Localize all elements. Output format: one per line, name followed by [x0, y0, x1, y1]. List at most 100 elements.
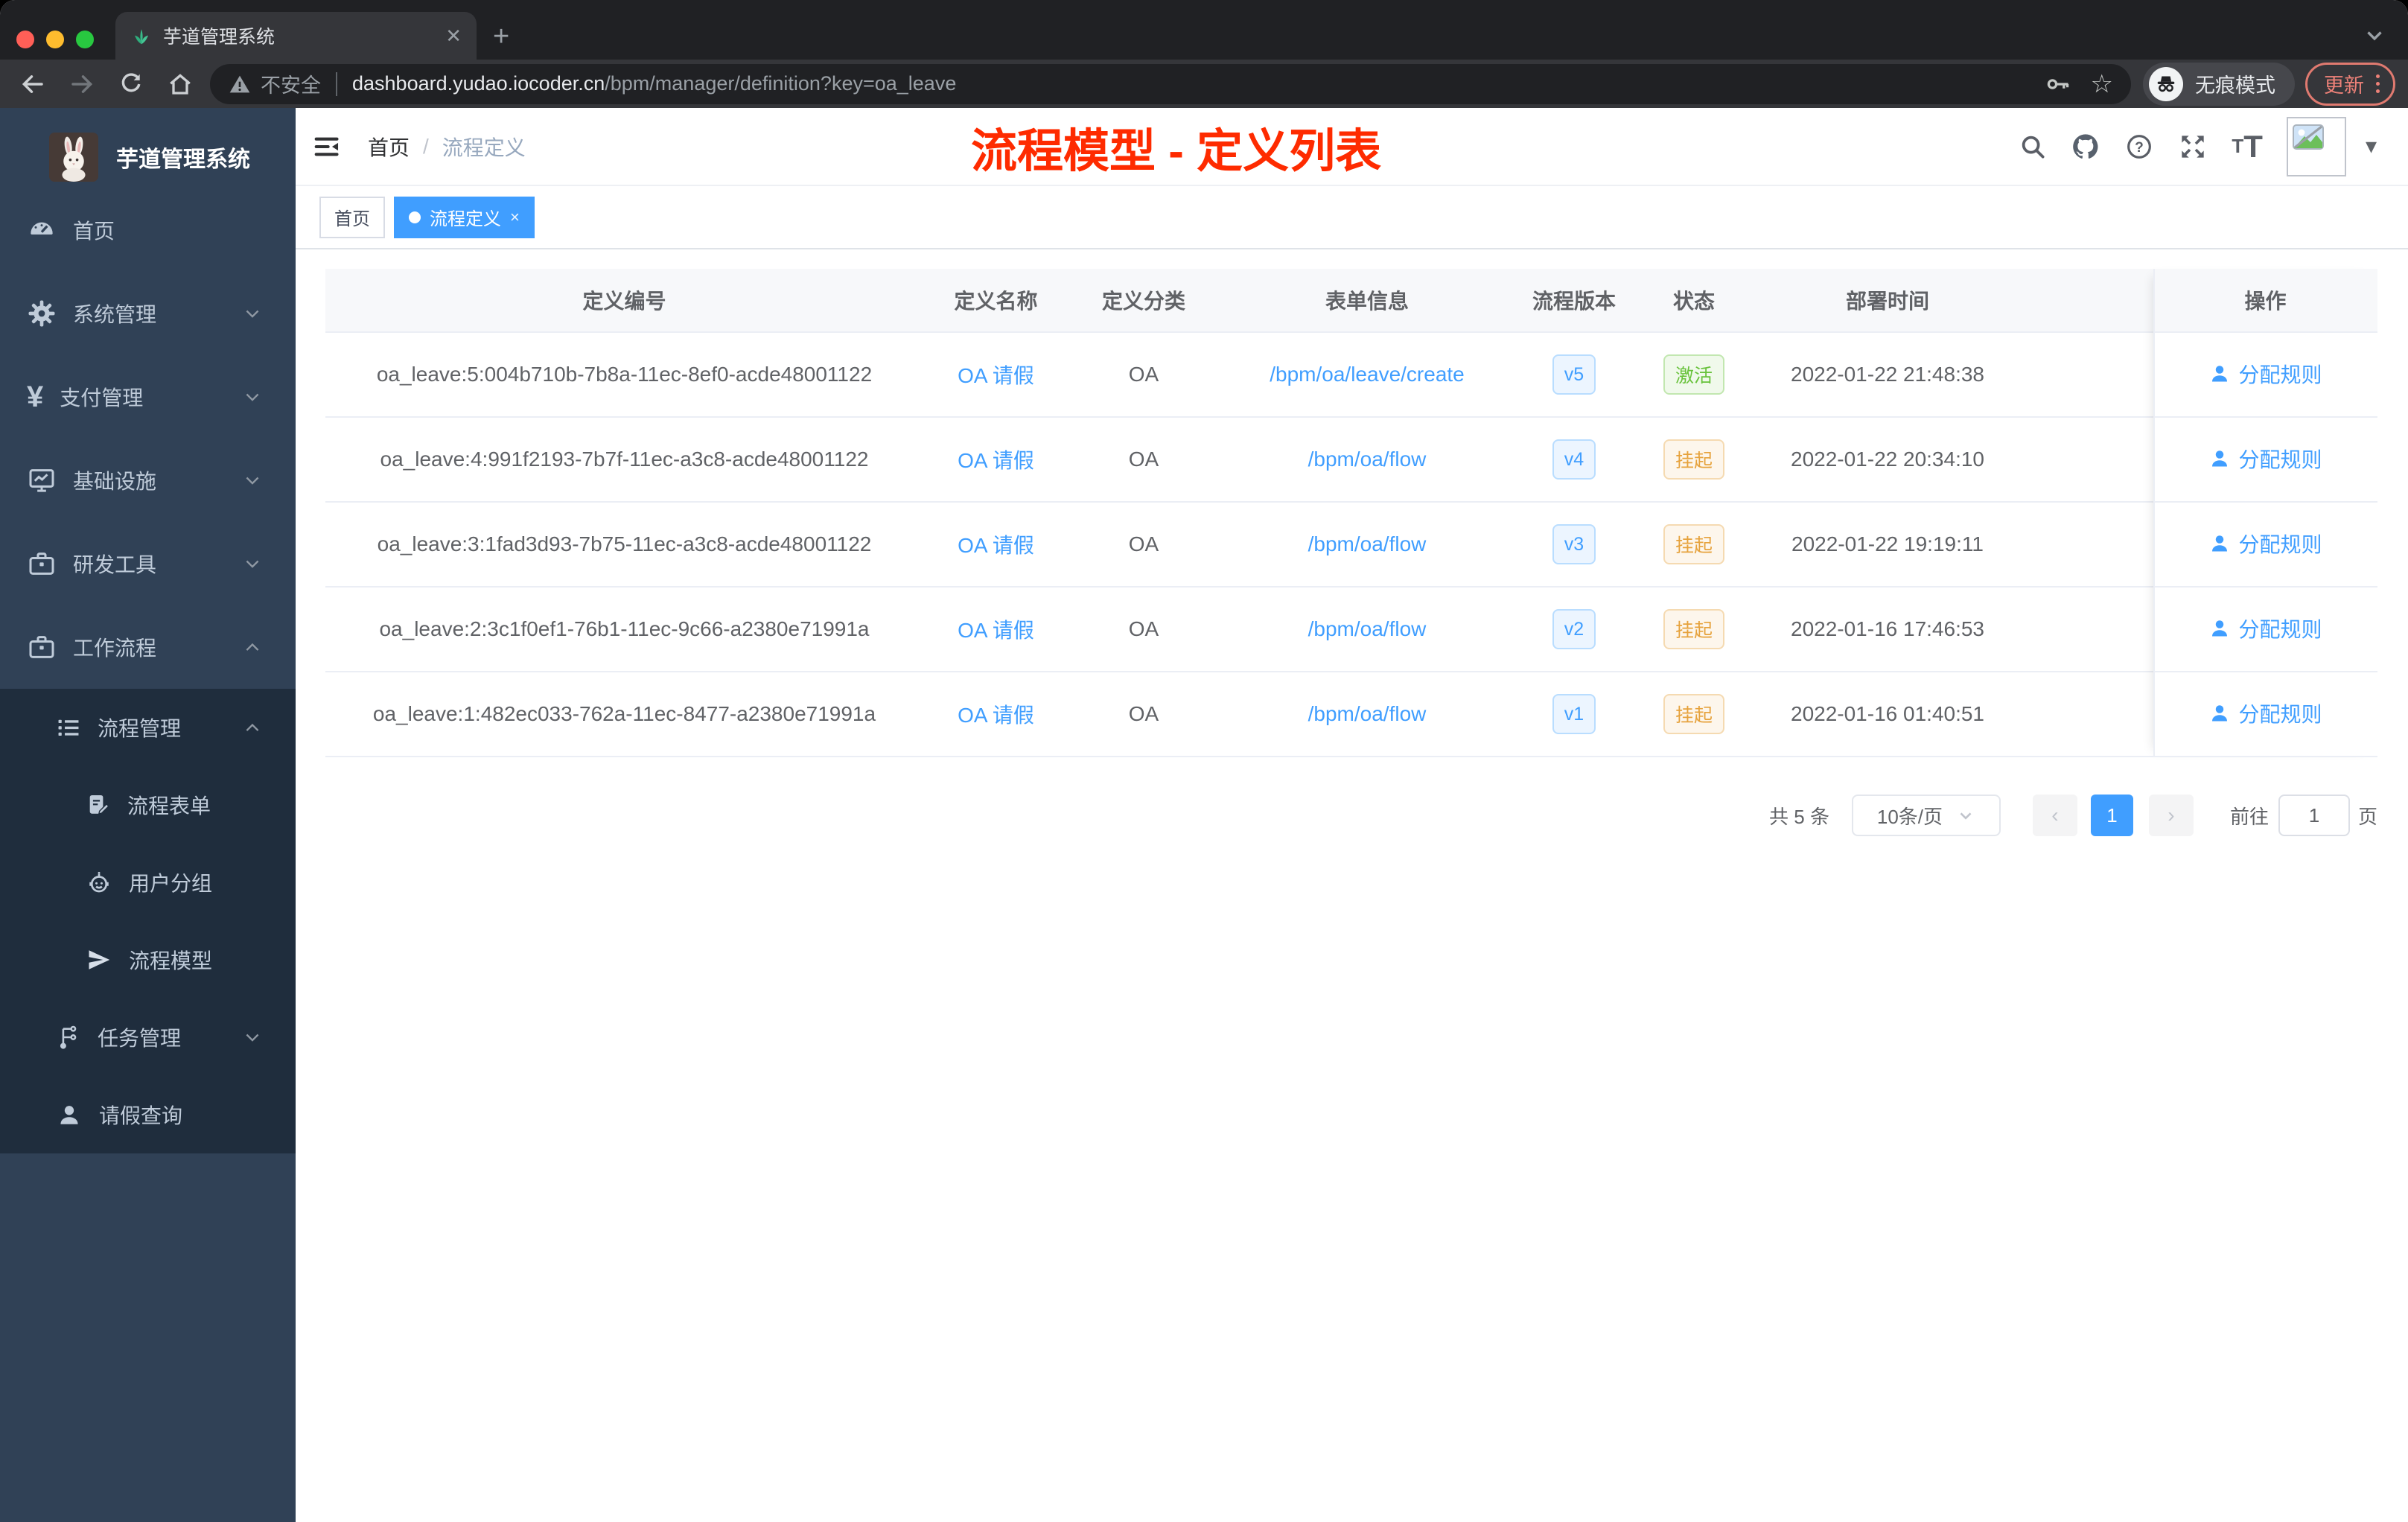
sidebar-item-基础设施[interactable]: 基础设施 [0, 439, 296, 522]
insecure-label: 不安全 [261, 74, 321, 97]
form-info-link[interactable]: /bpm/oa/flow [1308, 532, 1427, 555]
sidebar-collapse-icon[interactable] [313, 133, 341, 161]
sidebar-item-系统管理[interactable]: 系统管理 [0, 272, 296, 355]
home-icon[interactable] [167, 71, 194, 98]
tab-search-chevron-icon[interactable] [2362, 22, 2387, 48]
sidebar-item-支付管理[interactable]: ¥ 支付管理 [0, 355, 296, 439]
page-content: 定义编号 定义名称 定义分类 表单信息 流程版本 状态 部署时间 操作 oa_leave:5:… [296, 249, 2408, 1522]
definition-id: oa_leave:5:004b710b-7b8a-11ec-8ef0-acde4… [376, 363, 873, 386]
next-page-button[interactable]: › [2148, 795, 2194, 836]
deploy-time: 2022-01-22 20:34:10 [1791, 448, 1984, 471]
sidebar-item-研发工具[interactable]: 研发工具 [0, 522, 296, 605]
version-badge: v2 [1552, 609, 1596, 649]
fullscreen-icon[interactable] [2178, 132, 2208, 162]
version-badge: v1 [1552, 694, 1596, 734]
form-info-link[interactable]: /bpm/oa/flow [1308, 702, 1427, 725]
sidebar-item-label: 请假查询 [99, 1104, 183, 1127]
definition-name-link[interactable]: OA 请假 [958, 619, 1034, 642]
monitor-icon [27, 465, 57, 495]
new-tab-button[interactable]: + [493, 22, 509, 51]
svg-text:?: ? [2135, 139, 2144, 155]
sidebar-logo[interactable]: 芋道管理系统 [0, 108, 296, 188]
sidebar-item-用户分组[interactable]: 用户分组 [0, 844, 296, 921]
tab-close-icon[interactable]: ✕ [445, 25, 462, 48]
definition-name-link[interactable]: OA 请假 [958, 364, 1034, 387]
column-header-部署时间: 部署时间 [1845, 290, 1929, 313]
definition-category: OA [1128, 363, 1159, 386]
definition-name-link[interactable]: OA 请假 [958, 704, 1034, 727]
github-icon[interactable] [2071, 132, 2100, 162]
definition-category: OA [1128, 702, 1159, 725]
table-row: oa_leave:5:004b710b-7b8a-11ec-8ef0-acde4… [325, 333, 2377, 418]
goto-page-input[interactable] [2278, 795, 2350, 836]
assign-rule-button[interactable]: 分配规则 [2208, 529, 2322, 558]
sidebar-item-流程模型[interactable]: 流程模型 [0, 921, 296, 999]
sidebar-item-任务管理[interactable]: 任务管理 [0, 999, 296, 1076]
avatar-dropdown-caret-icon[interactable]: ▾ [2366, 133, 2377, 159]
incognito-badge: 无痕模式 [2143, 62, 2295, 106]
chrome-update-button[interactable]: 更新 [2305, 62, 2395, 106]
form-info-link[interactable]: /bpm/oa/leave/create [1270, 363, 1465, 386]
table-row: oa_leave:1:482ec033-762a-11ec-8477-a2380… [325, 672, 2377, 757]
page-annotation: 流程模型 - 定义列表 [971, 125, 1382, 177]
deploy-time: 2022-01-16 01:40:51 [1791, 702, 1984, 725]
definition-name-link[interactable]: OA 请假 [958, 449, 1034, 472]
prev-page-button[interactable]: ‹ [2032, 795, 2077, 836]
insecure-warning-icon[interactable] [228, 72, 252, 96]
deploy-time: 2022-01-22 21:48:38 [1791, 363, 1984, 386]
assign-rule-button[interactable]: 分配规则 [2208, 359, 2322, 389]
assign-rule-button[interactable]: 分配规则 [2208, 698, 2322, 728]
zoom-window-button[interactable] [76, 31, 94, 48]
assign-rule-button[interactable]: 分配规则 [2208, 614, 2322, 643]
page-size-select[interactable]: 10条/页 [1851, 795, 2001, 836]
current-page-button[interactable]: 1 [2090, 795, 2133, 836]
form-icon [86, 792, 111, 818]
browser-menu-kebab-icon[interactable] [2376, 74, 2380, 93]
key-icon[interactable] [2045, 71, 2071, 98]
minimize-window-button[interactable] [46, 31, 64, 48]
form-info-link[interactable]: /bpm/oa/flow [1308, 617, 1427, 640]
rabbit-avatar [49, 132, 98, 182]
back-icon[interactable] [19, 70, 46, 98]
help-icon[interactable]: ? [2124, 132, 2154, 162]
chevron-down-icon [242, 553, 263, 574]
table-row: oa_leave:3:1fad3d93-7b75-11ec-a3c8-acde4… [325, 503, 2377, 588]
table-row: oa_leave:4:991f2193-7b7f-11ec-a3c8-acde4… [325, 418, 2377, 503]
tag-流程定义[interactable]: 流程定义 × [394, 196, 535, 238]
sidebar-item-label: 研发工具 [73, 553, 157, 576]
assign-rule-button[interactable]: 分配规则 [2208, 444, 2322, 474]
url-bar[interactable]: 不安全 dashboard.yudao.iocoder.cn/bpm/manag… [210, 63, 2131, 104]
search-icon[interactable] [2019, 133, 2047, 161]
user-avatar[interactable] [2286, 116, 2346, 176]
forward-icon[interactable] [69, 70, 95, 98]
sidebar-item-流程表单[interactable]: 流程表单 [0, 766, 296, 844]
sidebar-item-请假查询[interactable]: 请假查询 [0, 1076, 296, 1153]
status-badge: 挂起 [1663, 524, 1724, 564]
font-size-icon[interactable]: TT [2232, 129, 2263, 165]
sidebar-item-首页[interactable]: 首页 [0, 188, 296, 272]
chevron-up-icon [242, 637, 263, 657]
browser-window: 芋道管理系统 ✕ + 不安全 dashboard.yudao.iocoder.c… [0, 0, 2408, 1522]
definition-id: oa_leave:4:991f2193-7b7f-11ec-a3c8-acde4… [380, 448, 869, 471]
chevron-down-icon [242, 470, 263, 491]
status-badge: 挂起 [1663, 609, 1724, 649]
tag-close-icon[interactable]: × [510, 208, 520, 227]
sidebar-item-流程管理[interactable]: 流程管理 [0, 689, 296, 766]
tag-label: 流程定义 [430, 209, 501, 229]
deploy-time: 2022-01-16 17:46:53 [1791, 617, 1984, 640]
bookmark-star-icon[interactable]: ☆ [2091, 69, 2113, 99]
tag-active-dot [409, 211, 421, 223]
assign-rule-label: 分配规则 [2238, 618, 2322, 641]
form-info-link[interactable]: /bpm/oa/flow [1308, 448, 1427, 471]
reload-icon[interactable] [118, 71, 144, 98]
breadcrumb-home[interactable]: 首页 [368, 132, 410, 162]
browser-tab[interactable]: 芋道管理系统 ✕ [115, 12, 477, 60]
chevron-up-icon [242, 717, 263, 738]
close-window-button[interactable] [16, 31, 34, 48]
dashboard-icon [27, 215, 57, 245]
definition-table: 定义编号 定义名称 定义分类 表单信息 流程版本 状态 部署时间 操作 oa_leave:5:… [325, 269, 2377, 757]
tag-首页[interactable]: 首页 [319, 196, 385, 238]
update-label: 更新 [2324, 74, 2364, 97]
definition-name-link[interactable]: OA 请假 [958, 534, 1034, 557]
sidebar-item-工作流程[interactable]: 工作流程 [0, 605, 296, 689]
